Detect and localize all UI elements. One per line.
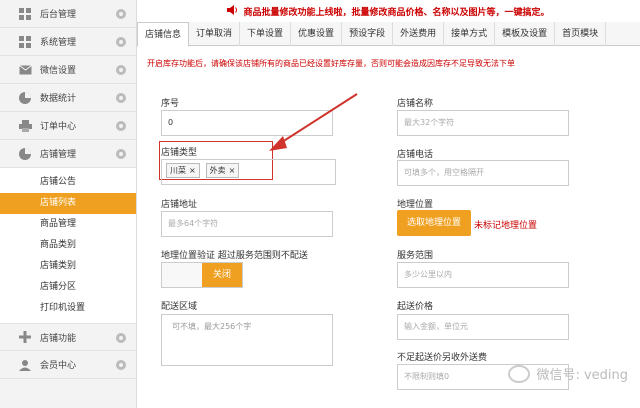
sidebar-item-label: 后台管理 [40, 10, 77, 20]
toggle-label: 关闭 [202, 263, 242, 287]
close-icon[interactable]: × [229, 166, 236, 175]
sidebar-item-shop-features[interactable]: 店铺功能 [0, 323, 136, 351]
pie-chart-icon [18, 91, 32, 105]
sidebar-item-members[interactable]: 会员中心 [0, 351, 136, 379]
sidebar-item-label: 数据统计 [40, 94, 77, 104]
speaker-icon [227, 4, 238, 18]
sidebar-item-stats[interactable]: 数据统计 [0, 84, 136, 112]
tab-delivery-fee[interactable]: 外送费用 [393, 22, 445, 46]
delivery-area-label: 配送区域 [161, 302, 198, 312]
location-status: 未标记地理位置 [474, 221, 538, 231]
shop-phone-label: 店铺电话 [397, 150, 434, 160]
tab-order-settings[interactable]: 下单设置 [240, 22, 292, 46]
shop-type-tag: 川菜 × [166, 163, 200, 178]
sidebar-item-label: 店铺管理 [40, 150, 77, 160]
expand-icon [116, 121, 126, 131]
shop-type-tag: 外卖 × [205, 163, 240, 178]
shop-phone-input[interactable]: 可填多个，用空格隔开 [397, 160, 569, 186]
close-icon[interactable]: × [189, 166, 196, 175]
sidebar-item-label: 系统管理 [40, 38, 77, 48]
address-label: 店铺地址 [161, 200, 198, 210]
tab-home-module[interactable]: 首页模块 [555, 22, 607, 46]
service-range-label: 服务范围 [397, 251, 434, 261]
sidebar-item-wechat[interactable]: 微信设置 [0, 56, 136, 84]
annotation-arrow-icon [269, 93, 358, 151]
banner-text: 商品批量修改功能上线啦，批量修改商品价格、名称以及图片等，一键搞定。 [243, 7, 550, 18]
sidebar-item-label: 店铺功能 [40, 333, 77, 344]
sidebar-item-orders[interactable]: 订单中心 [0, 112, 136, 140]
geo-verify-toggle[interactable]: 关闭 [161, 262, 243, 288]
sidebar-item-admin[interactable]: 后台管理 [0, 0, 136, 28]
sidebar-item-label: 订单中心 [40, 122, 77, 132]
expand-icon [116, 37, 126, 47]
service-range-input[interactable]: 多少公里以内 [397, 262, 569, 288]
sidebar-sub-product-category[interactable]: 商品类别 [0, 235, 136, 256]
expand-icon [116, 93, 126, 103]
geo-verify-label: 地理位置验证 超过服务范围则不配送 [161, 251, 308, 261]
sidebar-item-label: 微信设置 [40, 66, 77, 76]
user-icon [18, 358, 32, 372]
location-label: 地理位置 [397, 200, 434, 210]
shop-name-label: 店铺名称 [397, 99, 434, 109]
tab-accept-method[interactable]: 接单方式 [444, 22, 496, 46]
sidebar-sub-shop-zone[interactable]: 店铺分区 [0, 277, 136, 298]
expand-icon [116, 65, 126, 75]
tab-shop-info[interactable]: 店铺信息 [137, 22, 190, 47]
stock-notice: 开启库存功能后，请确保该店铺所有的商品已经设置好库存量，否则可能会造成因库存不足… [147, 59, 515, 68]
announcement-banner: 商品批量修改功能上线啦，批量修改商品价格、名称以及图片等，一键搞定。 [137, 0, 640, 22]
select-location-button[interactable]: 选取地理位置 [397, 210, 471, 236]
mail-icon [18, 63, 32, 77]
shop-type-label: 店铺类型 [161, 148, 198, 158]
min-price-input[interactable]: 输入金额，单位元 [397, 314, 569, 340]
shop-type-field[interactable]: 川菜 × 外卖 × [161, 159, 336, 185]
pie-chart-icon [18, 147, 32, 161]
address-input[interactable]: 最多64个字符 [161, 211, 333, 237]
sidebar-submenu: 店铺公告 店铺列表 商品管理 商品类别 店铺类别 店铺分区 打印机设置 [0, 168, 136, 323]
sidebar-sub-product-manage[interactable]: 商品管理 [0, 214, 136, 235]
expand-icon [116, 333, 126, 343]
sidebar-sub-shop-category[interactable]: 店铺类别 [0, 256, 136, 277]
printer-icon [18, 119, 32, 133]
extra-fee-label: 不足起送价另收外送费 [397, 353, 488, 363]
grid-icon [18, 35, 32, 49]
sidebar-item-system[interactable]: 系统管理 [0, 28, 136, 56]
tab-template[interactable]: 模板及设置 [495, 22, 556, 46]
tab-discount[interactable]: 优惠设置 [291, 22, 343, 46]
delivery-area-textarea[interactable]: 可不填，最大256个字 [161, 314, 333, 366]
tab-order-cancel[interactable]: 订单取消 [189, 22, 241, 46]
grid-icon [18, 7, 32, 21]
shop-name-input[interactable]: 最大32个字符 [397, 110, 569, 136]
tab-preset-fields[interactable]: 预设字段 [342, 22, 394, 46]
sidebar: 后台管理 系统管理 微信设置 数据统计 订单中心 店铺管理 店铺公告 店铺列表 … [0, 0, 137, 408]
sidebar-item-shop-manage[interactable]: 店铺管理 [0, 140, 136, 168]
sidebar-sub-shop-notice[interactable]: 店铺公告 [0, 172, 136, 193]
serial-label: 序号 [161, 99, 180, 109]
watermark: 微信号: veding [508, 364, 628, 383]
collapse-icon [116, 149, 126, 159]
sidebar-sub-shop-list[interactable]: 店铺列表 [0, 193, 136, 214]
min-price-label: 起送价格 [397, 302, 434, 312]
wechat-icon [508, 364, 531, 383]
expand-icon [116, 9, 126, 19]
tab-bar: 店铺信息 订单取消 下单设置 优惠设置 预设字段 外送费用 接单方式 模板及设置… [137, 22, 640, 47]
plus-icon [18, 330, 32, 344]
sidebar-item-label: 会员中心 [40, 361, 77, 371]
sidebar-sub-printer[interactable]: 打印机设置 [0, 298, 136, 319]
expand-icon [116, 360, 126, 370]
